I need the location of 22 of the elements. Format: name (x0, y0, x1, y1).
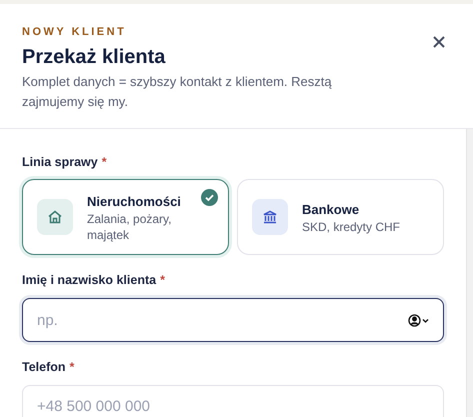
option-title: Bankowe (302, 200, 360, 218)
field-label: Telefon (22, 359, 66, 376)
dialog-title: Przekaż klienta (22, 44, 166, 70)
field-label: Linia sprawy (22, 154, 98, 171)
case-line-option[interactable]: Bankowe SKD, kredyty CHF (237, 179, 444, 256)
eyebrow-label: NOWY KLIENT (22, 25, 128, 40)
required-mark: * (160, 272, 165, 290)
scrollbar[interactable] (466, 128, 473, 417)
house-icon (47, 209, 63, 226)
contact-picker-icon[interactable] (408, 314, 430, 327)
option-description: Zalania, pożary, majątek (87, 211, 172, 243)
close-icon (432, 35, 446, 49)
required-mark: * (102, 154, 107, 170)
field-label: Imię i nazwisko klienta (22, 272, 156, 290)
required-mark: * (70, 359, 74, 376)
bank-icon (262, 209, 278, 226)
check-icon (201, 189, 218, 206)
case-line-option[interactable]: Nieruchomości Zalania, pożary, majątek (22, 179, 229, 256)
option-description: SKD, kredyty CHF (302, 219, 402, 235)
dialog-subtitle: Komplet danych = szybszy kontakt z klientem. Resztą zajmujemy się my. (22, 72, 333, 111)
text-field[interactable]: np. (22, 298, 444, 342)
option-title: Nieruchomości (87, 192, 182, 210)
